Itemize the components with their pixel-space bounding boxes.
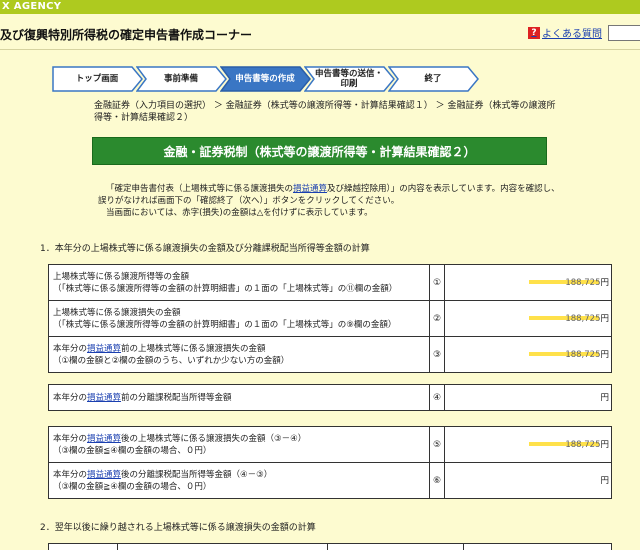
intro-text-part: 「確定申告書付表（上場株式等に係る譲渡損失の bbox=[106, 184, 294, 194]
amount-cell: 188,725円 bbox=[444, 300, 612, 337]
step-label: 終了 bbox=[424, 74, 442, 84]
intro-text: 「確定申告書付表（上場株式等に係る譲渡損失の損益通算及び繰越控除用）」の内容を表… bbox=[98, 183, 578, 219]
row-number: ⑤ bbox=[429, 426, 445, 463]
intro-text-part: 及び繰越控除用）」の内容を表示しています。内容を確認し、 bbox=[327, 184, 560, 194]
row-label-part: 後の分離課税配当所得等金額（④－③） bbox=[121, 469, 273, 480]
amount-value: 188,725 bbox=[565, 439, 601, 450]
row-label-line: 上場株式等に係る譲渡所得等の金額 bbox=[53, 271, 190, 282]
amount-value: 188,725 bbox=[565, 277, 601, 288]
page-title: 及び復興特別所得税の確定申告書作成コーナー bbox=[0, 28, 253, 42]
row-label: 本年分の損益通算前の分離課税配当所得等金額 bbox=[48, 384, 430, 411]
row-label: 上場株式等に係る譲渡損失の金額 （「株式等に係る譲渡所得等の金額の計算明細書」の… bbox=[48, 300, 430, 337]
row-number: ⑥ bbox=[429, 462, 445, 499]
table-row: 本年分の損益通算後の分離課税配当所得等金額（④－③） （③欄の金額≧④欄の金額の… bbox=[48, 462, 612, 499]
sonneki-tsusan-link[interactable]: 損益通算 bbox=[87, 344, 121, 354]
step-finish: 終了 bbox=[388, 66, 480, 92]
amount-cell: 188,725円 bbox=[444, 336, 612, 373]
row-label-part: 本年分の bbox=[53, 433, 88, 444]
row-label: 本年分の損益通算前の上場株式等に係る譲渡損失の金額 （①欄の金額と②欄の金額のう… bbox=[48, 336, 430, 373]
amount-cell: 188,725円 bbox=[444, 426, 612, 463]
row-label-line: （「株式等に係る譲渡所得等の金額の計算明細書」の１面の「上場株式等」の⑨欄の金額… bbox=[53, 319, 397, 330]
step-label: 事前準備 bbox=[163, 74, 198, 84]
row-label-line: （「株式等に係る譲渡所得等の金額の計算明細書」の１面の「上場株式等」の⑪欄の金額… bbox=[53, 283, 398, 294]
calc-table-1: 上場株式等に係る譲渡所得等の金額 （「株式等に係る譲渡所得等の金額の計算明細書」… bbox=[48, 264, 612, 373]
search-input[interactable] bbox=[608, 25, 640, 41]
step-label: トップ画面 bbox=[75, 74, 119, 84]
row-label-part: 後の上場株式等に係る譲渡損失の金額（③－④） bbox=[121, 433, 307, 444]
row-number: ② bbox=[429, 300, 445, 337]
carryover-table bbox=[48, 543, 612, 550]
row-label-part: 前の分離課税配当所得等金額 bbox=[121, 392, 232, 403]
row-label-line: 上場株式等に係る譲渡損失の金額 bbox=[53, 307, 181, 318]
row-number: ① bbox=[429, 264, 445, 301]
amount-cell: 円 bbox=[444, 462, 612, 499]
row-label-line: （③欄の金額≧④欄の金額の場合、０円） bbox=[53, 481, 212, 492]
title-bar: 及び復興特別所得税の確定申告書作成コーナー ? よくある質問 bbox=[0, 14, 640, 50]
breadcrumb: 金融証券（入力項目の選択） ＞ 金融証券（株式等の譲渡所得等・計算結果確認１） … bbox=[94, 101, 556, 123]
step-label: 申告書等の送信・印刷 bbox=[314, 69, 383, 89]
column-divider bbox=[463, 544, 464, 550]
row-label-line: （①欄の金額と②欄の金額のうち、いずれか少ない方の金額） bbox=[53, 355, 290, 366]
section-title: 金融・証券税制（株式等の譲渡所得等・計算結果確認２） bbox=[92, 137, 547, 165]
row-label-part: 本年分の bbox=[53, 392, 88, 403]
row-label: 上場株式等に係る譲渡所得等の金額 （「株式等に係る譲渡所得等の金額の計算明細書」… bbox=[48, 264, 430, 301]
faq-label[interactable]: よくある質問 bbox=[542, 25, 602, 40]
calc-table-3: 本年分の損益通算後の上場株式等に係る譲渡損失の金額（③－④） （③欄の金額≦④欄… bbox=[48, 426, 612, 499]
unit-label: 円 bbox=[600, 439, 609, 450]
table-row: 本年分の損益通算後の上場株式等に係る譲渡損失の金額（③－④） （③欄の金額≦④欄… bbox=[48, 426, 612, 463]
section-2-heading: 2．翌年以後に繰り越される上場株式等に係る譲渡損失の金額の計算 bbox=[40, 523, 316, 533]
step-label: 申告書等の作成 bbox=[235, 74, 295, 84]
amount-cell: 円 bbox=[444, 384, 612, 411]
sonneki-tsusan-link[interactable]: 損益通算 bbox=[87, 393, 121, 403]
step-send-print: 申告書等の送信・印刷 bbox=[304, 66, 396, 92]
step-preparation: 事前準備 bbox=[136, 66, 228, 92]
table-row: 上場株式等に係る譲渡損失の金額 （「株式等に係る譲渡所得等の金額の計算明細書」の… bbox=[48, 300, 612, 337]
amount-value: 188,725 bbox=[565, 313, 601, 324]
agency-name: X AGENCY bbox=[2, 1, 62, 12]
row-label-part: 本年分の bbox=[53, 343, 88, 354]
unit-label: 円 bbox=[600, 277, 609, 288]
step-top-screen: トップ画面 bbox=[52, 66, 144, 92]
column-divider bbox=[117, 544, 118, 550]
unit-label: 円 bbox=[600, 392, 609, 403]
section-1-heading: 1．本年分の上場株式等に係る譲渡損失の金額及び分離課税配当所得等金額の計算 bbox=[40, 244, 370, 254]
amount-value: 188,725 bbox=[565, 349, 601, 360]
row-label-part: 本年分の bbox=[53, 469, 88, 480]
sonneki-tsusan-link[interactable]: 損益通算 bbox=[87, 434, 121, 444]
sonneki-tsusan-link[interactable]: 損益通算 bbox=[87, 470, 121, 480]
table-row: 本年分の損益通算前の分離課税配当所得等金額 ④ 円 bbox=[48, 384, 612, 411]
column-divider bbox=[327, 544, 328, 550]
intro-line-2: 誤りがなければ画面下の「確認終了（次へ）」ボタンをクリックしてください。 bbox=[98, 196, 400, 206]
faq-link[interactable]: ? よくある質問 bbox=[528, 25, 602, 40]
calc-table-2: 本年分の損益通算前の分離課税配当所得等金額 ④ 円 bbox=[48, 384, 612, 411]
row-number: ③ bbox=[429, 336, 445, 373]
row-label-part: 前の上場株式等に係る譲渡損失の金額 bbox=[121, 343, 266, 354]
unit-label: 円 bbox=[600, 475, 609, 486]
row-label: 本年分の損益通算後の分離課税配当所得等金額（④－③） （③欄の金額≧④欄の金額の… bbox=[48, 462, 430, 499]
intro-line-3: 当画面においては、赤字(損失)の金額は△を付けずに表示しています。 bbox=[106, 208, 373, 218]
sonneki-tsusan-link[interactable]: 損益通算 bbox=[293, 184, 327, 194]
row-label: 本年分の損益通算後の上場株式等に係る譲渡損失の金額（③－④） （③欄の金額≦④欄… bbox=[48, 426, 430, 463]
table-row: 本年分の損益通算前の上場株式等に係る譲渡損失の金額 （①欄の金額と②欄の金額のう… bbox=[48, 336, 612, 373]
unit-label: 円 bbox=[600, 349, 609, 360]
table-row: 上場株式等に係る譲渡所得等の金額 （「株式等に係る譲渡所得等の金額の計算明細書」… bbox=[48, 264, 612, 301]
unit-label: 円 bbox=[600, 313, 609, 324]
amount-cell: 188,725円 bbox=[444, 264, 612, 301]
agency-bar: X AGENCY bbox=[0, 0, 640, 14]
step-create-return: 申告書等の作成 bbox=[220, 66, 312, 92]
help-icon: ? bbox=[528, 26, 540, 39]
row-label-line: （③欄の金額≦④欄の金額の場合、０円） bbox=[53, 445, 212, 456]
row-number: ④ bbox=[429, 384, 445, 411]
